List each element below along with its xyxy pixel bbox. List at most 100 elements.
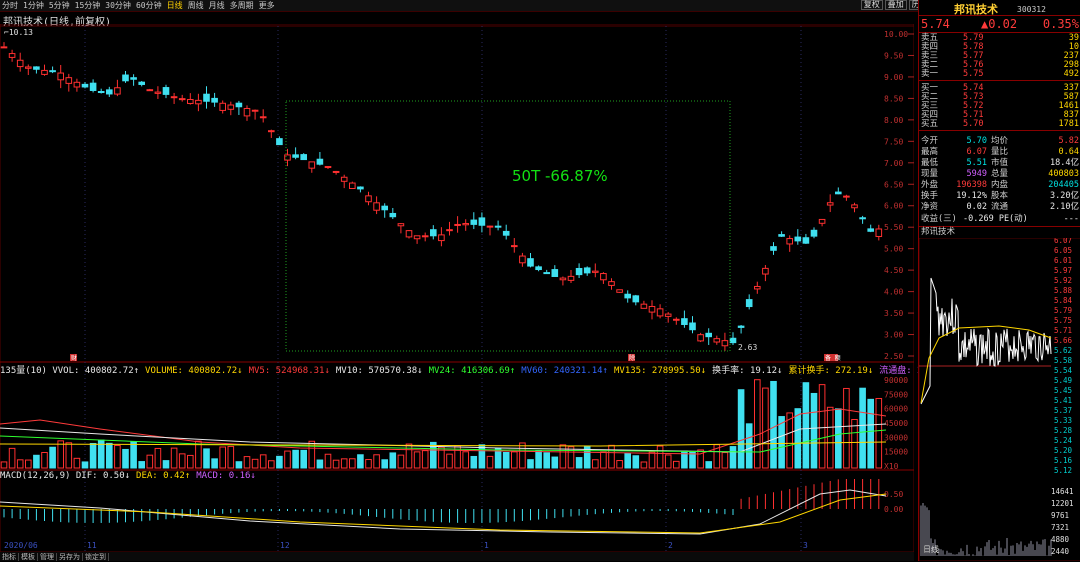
candle	[41, 69, 48, 75]
ask-row[interactable]: 卖四 5.78 10	[919, 43, 1080, 52]
candle	[713, 338, 721, 343]
intraday-axis-label: 5.58	[1054, 356, 1073, 365]
ask-row[interactable]: 卖一 5.75 492	[919, 70, 1080, 79]
candle	[592, 270, 599, 273]
volume-bar	[41, 451, 48, 469]
volume-bar	[268, 460, 275, 469]
candle	[365, 195, 372, 203]
candle	[89, 82, 97, 91]
period-tab[interactable]: 30分钟	[105, 1, 131, 10]
range-annotation: 50T -66.87%	[512, 167, 608, 185]
volume-axis-label: 75000	[884, 390, 908, 399]
bid-row[interactable]: 买五 5.70 1781	[919, 120, 1080, 129]
bid-row[interactable]: 买三 5.72 1461	[919, 102, 1080, 111]
volume-bar	[802, 382, 810, 469]
price-axis-label: 2.50	[884, 352, 903, 361]
stat-row: 外盘 196398 内盘 204405	[921, 180, 1079, 190]
candle	[786, 238, 794, 245]
candle	[462, 223, 469, 226]
legend-item: MACD: 0.16↓	[196, 471, 256, 481]
candle	[195, 99, 202, 105]
period-tab[interactable]: 15分钟	[75, 1, 101, 10]
candle	[259, 116, 267, 119]
period-tab[interactable]: 多周期	[230, 1, 254, 10]
volume-bar	[721, 452, 729, 469]
indicator-tab[interactable]: 模板	[19, 553, 38, 561]
candle	[357, 186, 364, 190]
candle	[835, 191, 842, 195]
candle	[600, 273, 607, 281]
tool-button[interactable]: 复权	[860, 0, 883, 10]
volume-bar	[373, 454, 380, 469]
volume-bar	[276, 455, 283, 469]
indicator-tab[interactable]: 锁定到	[83, 553, 109, 561]
volume-bar	[89, 442, 97, 469]
volume-bar	[49, 446, 56, 469]
indicator-tab[interactable]: 管理	[38, 553, 57, 561]
period-tab[interactable]: 60分钟	[136, 1, 162, 10]
stat-row: 最低 5.51 市值 18.4亿	[921, 158, 1079, 168]
candle	[543, 272, 551, 275]
candle	[243, 107, 251, 117]
candle	[632, 295, 640, 303]
period-tab[interactable]: 1分钟	[23, 1, 44, 10]
indicator-tab[interactable]: 另存为	[57, 553, 83, 561]
price-axis-label: 4.50	[884, 266, 903, 275]
candle	[575, 267, 583, 276]
volume-bar	[219, 446, 226, 469]
period-tab[interactable]: 分时	[2, 1, 18, 10]
candle	[65, 77, 73, 84]
intraday-chart[interactable]: 6.076.056.015.975.925.885.845.795.755.71…	[919, 238, 1080, 561]
candle	[211, 97, 218, 103]
intraday-axis-label: 5.79	[1054, 306, 1072, 315]
candle	[551, 269, 559, 277]
period-tab[interactable]: 5分钟	[49, 1, 70, 10]
candle	[138, 81, 145, 85]
intraday-footer[interactable]: 日线	[923, 544, 939, 554]
volume-bar	[648, 451, 656, 469]
volume-bar	[300, 449, 307, 469]
ask-row[interactable]: 卖三 5.77 237	[919, 52, 1080, 61]
volume-bar	[170, 447, 178, 469]
candle	[729, 337, 737, 344]
candle	[8, 53, 16, 58]
indicator-tab[interactable]: 指标	[0, 553, 19, 561]
intraday-vol-axis-label: 9761	[1051, 511, 1069, 520]
volume-bar	[316, 459, 324, 469]
intraday-axis-label: 6.01	[1054, 256, 1072, 265]
intraday-avg-line	[920, 325, 1052, 404]
bid-row[interactable]: 买一 5.74 337	[919, 84, 1080, 93]
ask-row[interactable]: 卖五 5.79 39	[919, 34, 1080, 43]
volume-axis-label: 60000	[884, 405, 908, 414]
bid-row[interactable]: 买四 5.71 837	[919, 111, 1080, 120]
tool-button[interactable]: 叠加	[884, 0, 907, 10]
volume-legend: 135量(10) VVOL: 400802.72↑ VOLUME: 400802.…	[0, 363, 956, 376]
candle	[486, 225, 494, 228]
stat-row: 净资 0.02 流通 2.10亿	[921, 202, 1079, 212]
period-tab[interactable]: 日线	[167, 1, 183, 10]
candle	[373, 202, 380, 211]
period-tabs: 分时 1分钟 5分钟 15分钟 30分钟 60分钟 日线 周线 月线 多周期 更多	[2, 1, 280, 11]
volume-bar	[357, 454, 364, 469]
candle	[33, 66, 40, 70]
price-change: ▲0.02	[981, 17, 1018, 31]
period-tab[interactable]: 更多	[259, 1, 275, 10]
price-row: 5.74 ▲0.02 0.35%	[919, 18, 1080, 31]
volume-bar	[867, 398, 875, 469]
ask-row[interactable]: 卖二 5.76 298	[919, 61, 1080, 70]
bid-row[interactable]: 买二 5.73 587	[919, 93, 1080, 102]
period-tab[interactable]: 周线	[188, 1, 204, 10]
quote-panel: 邦讯技术 300312 5.74 ▲0.02 0.35% 收益(三) -0.26…	[918, 0, 1080, 561]
intraday-axis-label: 5.84	[1054, 296, 1073, 305]
volume-axis-label: 30000	[884, 433, 908, 442]
intraday-axis-label: 5.41	[1054, 396, 1072, 405]
volume-bar	[421, 450, 429, 469]
legend-item: 换手率: 19.12↓	[712, 366, 783, 376]
last-price: 5.74	[921, 17, 950, 31]
volume-bar	[65, 442, 73, 469]
candle	[438, 234, 445, 242]
candle	[381, 205, 388, 211]
candle	[97, 91, 105, 94]
candle	[681, 318, 688, 325]
period-tab[interactable]: 月线	[209, 1, 225, 10]
